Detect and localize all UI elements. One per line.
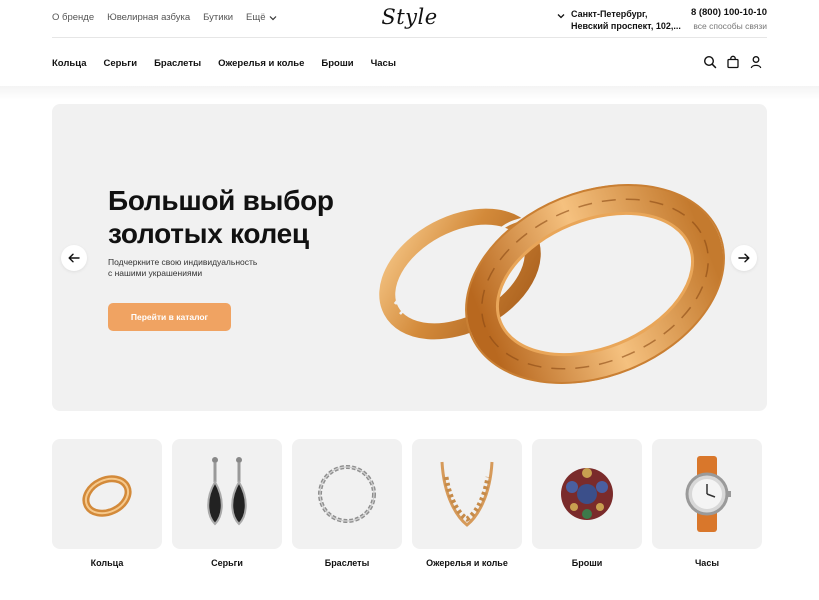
phone-number[interactable]: 8 (800) 100-10-10 xyxy=(691,7,767,19)
category-card-brooches[interactable]: Броши xyxy=(532,439,642,568)
top-link-more[interactable]: Ещё xyxy=(246,12,277,23)
hero-subtitle-line1: Подчеркните свою индивидуальность xyxy=(108,257,258,267)
main-nav: Кольца Серьги Браслеты Ожерелья и колье … xyxy=(52,38,767,88)
category-tile xyxy=(52,439,162,549)
header-shadow xyxy=(0,86,819,100)
category-nav: Кольца Серьги Браслеты Ожерелья и колье … xyxy=(52,58,396,69)
nav-item-watches[interactable]: Часы xyxy=(371,58,396,69)
city-address: Невский проспект, 102,... xyxy=(571,21,681,31)
category-tile xyxy=(532,439,642,549)
nav-icons xyxy=(703,55,763,69)
logo[interactable]: Style xyxy=(381,5,437,29)
gold-rings-image xyxy=(379,184,725,384)
category-tiles: Кольца Серьги Браслеты Ожерелья и колье … xyxy=(52,439,762,568)
nav-item-rings[interactable]: Кольца xyxy=(52,58,86,69)
necklace-icon xyxy=(440,461,494,527)
contact-block: 8 (800) 100-10-10 все способы связи xyxy=(691,7,767,33)
top-link-about[interactable]: О бренде xyxy=(52,12,94,23)
contact-ways-link[interactable]: все способы связи xyxy=(691,19,767,33)
category-card-rings[interactable]: Кольца xyxy=(52,439,162,568)
brooch-icon xyxy=(561,468,613,520)
category-tile xyxy=(172,439,282,549)
chevron-down-icon xyxy=(270,15,277,20)
top-link-boutiques[interactable]: Бутики xyxy=(203,12,233,23)
hero-banner: Большой выбор золотых колец Подчеркните … xyxy=(52,104,767,411)
category-label: Кольца xyxy=(90,558,124,568)
top-link-abc[interactable]: Ювелирная азбука xyxy=(107,12,190,23)
category-label: Часы xyxy=(694,558,720,568)
bracelet-icon xyxy=(318,465,376,523)
nav-item-earrings[interactable]: Серьги xyxy=(103,58,137,69)
top-bar: О бренде Ювелирная азбука Бутики Ещё Sty… xyxy=(52,0,767,38)
search-icon[interactable] xyxy=(703,55,717,69)
hero-subtitle-line2: с нашими украшениями xyxy=(108,268,203,278)
category-tile xyxy=(652,439,762,549)
hero-title-line2: золотых колец xyxy=(108,218,309,249)
ring-icon xyxy=(82,475,132,517)
nav-item-brooches[interactable]: Броши xyxy=(321,58,353,69)
category-label: Броши xyxy=(571,558,603,568)
city-name: Санкт-Петербург, xyxy=(571,9,648,19)
arrow-left-icon xyxy=(68,253,80,263)
arrow-right-icon xyxy=(738,253,750,263)
category-label: Ожерелья и колье xyxy=(426,558,508,568)
category-tile xyxy=(412,439,522,549)
hero-next-button[interactable] xyxy=(731,245,757,271)
earrings-icon xyxy=(207,457,247,526)
watch-icon xyxy=(685,456,731,532)
category-card-necklaces[interactable]: Ожерелья и колье xyxy=(412,439,522,568)
nav-item-bracelets[interactable]: Браслеты xyxy=(154,58,201,69)
hero-subtitle: Подчеркните свою индивидуальность с наши… xyxy=(108,257,288,279)
chevron-down-icon xyxy=(557,14,565,19)
hero-title-line1: Большой выбор xyxy=(108,185,334,216)
category-label: Браслеты xyxy=(324,558,370,568)
category-card-bracelets[interactable]: Браслеты xyxy=(292,439,402,568)
top-link-more-label: Ещё xyxy=(246,12,266,23)
category-label: Серьги xyxy=(211,558,243,568)
category-tile xyxy=(292,439,402,549)
catalog-button[interactable]: Перейти в каталог xyxy=(108,303,231,331)
city-selector[interactable]: Санкт-Петербург, Невский проспект, 102,.… xyxy=(557,8,681,32)
category-card-watches[interactable]: Часы xyxy=(652,439,762,568)
hero-title: Большой выбор золотых колец xyxy=(108,184,368,250)
hero-prev-button[interactable] xyxy=(61,245,87,271)
top-links: О бренде Ювелирная азбука Бутики Ещё xyxy=(52,12,277,23)
nav-item-necklaces[interactable]: Ожерелья и колье xyxy=(218,58,304,69)
bag-icon[interactable] xyxy=(726,55,740,69)
user-icon[interactable] xyxy=(749,55,763,69)
category-card-earrings[interactable]: Серьги xyxy=(172,439,282,568)
